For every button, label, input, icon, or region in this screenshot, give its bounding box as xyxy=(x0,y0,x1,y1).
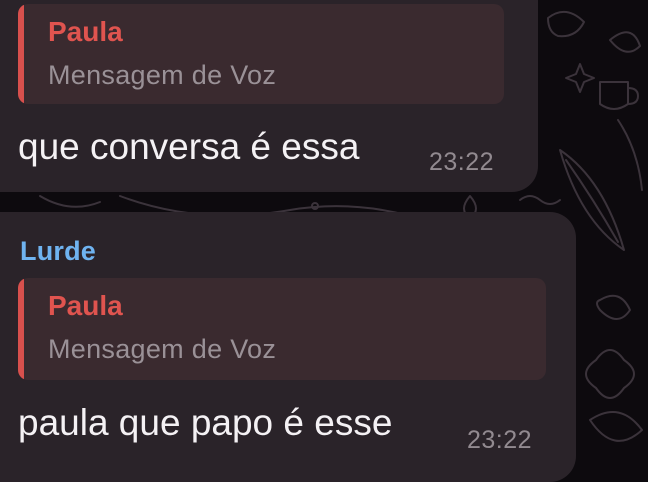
reply-accent-bar xyxy=(18,278,24,380)
doodle-swirl xyxy=(596,294,631,320)
reply-author: Paula xyxy=(48,290,123,321)
reply-preview[interactable]: Paula Mensagem de Voz xyxy=(18,278,546,380)
reply-text: Mensagem de Voz xyxy=(48,334,277,364)
doodle-wave xyxy=(519,195,561,205)
message-bubble[interactable]: Paula Mensagem de Voz que conversa é ess… xyxy=(0,0,538,192)
message-bubble[interactable]: Lurde Paula Mensagem de Voz paula que pa… xyxy=(0,212,576,482)
reply-text: Mensagem de Voz xyxy=(48,60,277,90)
message-text: paula que papo é esse xyxy=(18,402,393,443)
doodle-cup xyxy=(599,81,639,110)
reply-preview[interactable]: Paula Mensagem de Voz xyxy=(18,4,504,104)
doodle-curve-right xyxy=(617,119,643,191)
message-text: que conversa é essa xyxy=(18,126,360,167)
sender-name[interactable]: Lurde xyxy=(20,236,96,267)
doodle-bottom-leaf xyxy=(589,411,643,442)
doodle-sparkle xyxy=(565,63,595,93)
doodle-flower-outline xyxy=(585,349,635,399)
doodle-arc xyxy=(39,195,101,208)
reply-accent-bar xyxy=(18,4,24,104)
message-timestamp: 23:22 xyxy=(467,426,533,454)
message-timestamp: 23:22 xyxy=(429,148,495,176)
reply-author: Paula xyxy=(48,16,123,47)
doodle-leaf-top xyxy=(609,31,641,53)
doodle-bird xyxy=(547,11,585,38)
